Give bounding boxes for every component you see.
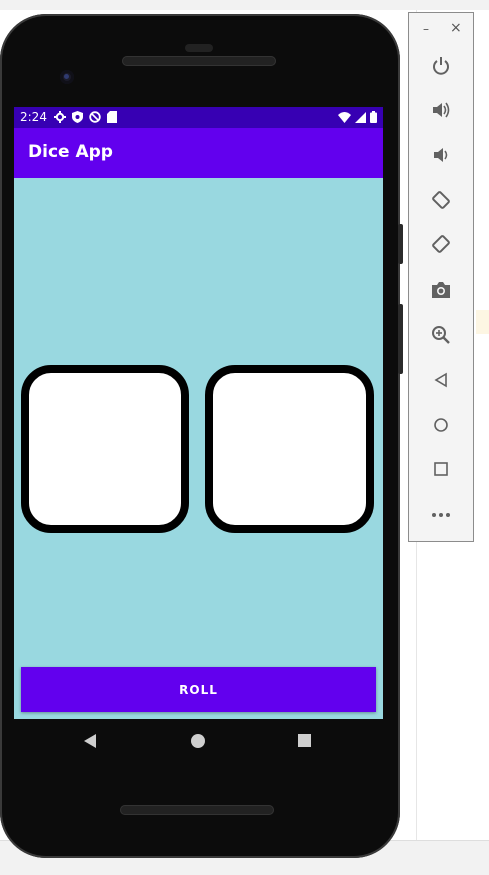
app-title: Dice App <box>28 142 113 162</box>
front-camera <box>60 70 74 84</box>
device-screen: 2:24 Dice App ROLL <box>14 107 383 719</box>
recents-icon[interactable] <box>298 734 311 747</box>
status-time: 2:24 <box>20 110 47 124</box>
power-icon[interactable] <box>428 53 454 79</box>
ide-top-strip <box>0 0 489 10</box>
settings-icon <box>54 111 66 123</box>
signal-icon <box>355 111 366 123</box>
shield-icon <box>72 111 83 123</box>
data-saver-icon <box>89 111 101 123</box>
phone-volume-key <box>398 304 403 374</box>
app-bar: Dice App <box>14 128 383 178</box>
wifi-icon <box>338 111 351 123</box>
camera-icon[interactable] <box>428 277 454 303</box>
rotate-left-icon[interactable] <box>428 187 454 213</box>
home-icon[interactable] <box>428 412 454 438</box>
minimize-button[interactable]: – <box>423 22 429 36</box>
overview-icon[interactable] <box>428 456 454 482</box>
top-speaker <box>122 56 276 66</box>
phone-power-key <box>398 224 403 264</box>
android-nav-bar <box>14 719 383 763</box>
sd-card-icon <box>107 111 117 123</box>
more-icon[interactable] <box>428 502 454 528</box>
status-system-icons <box>338 111 377 123</box>
earpiece-notch <box>185 44 213 52</box>
battery-icon <box>370 111 377 123</box>
roll-button[interactable]: ROLL <box>21 667 376 712</box>
status-bar: 2:24 <box>14 107 383 128</box>
ide-line-highlight <box>476 310 489 334</box>
bottom-speaker <box>120 805 274 815</box>
close-button[interactable]: × <box>450 20 462 36</box>
emulator-toolbar: – × <box>408 12 474 542</box>
back-icon[interactable] <box>84 734 96 748</box>
volume-up-icon[interactable] <box>428 97 454 123</box>
zoom-icon[interactable] <box>428 322 454 348</box>
status-notification-icons <box>54 111 117 123</box>
volume-down-icon[interactable] <box>428 142 454 168</box>
die-right <box>205 365 374 533</box>
rotate-right-icon[interactable] <box>428 231 454 257</box>
back-icon[interactable] <box>428 367 454 393</box>
home-icon[interactable] <box>191 734 205 748</box>
die-left <box>21 365 189 533</box>
